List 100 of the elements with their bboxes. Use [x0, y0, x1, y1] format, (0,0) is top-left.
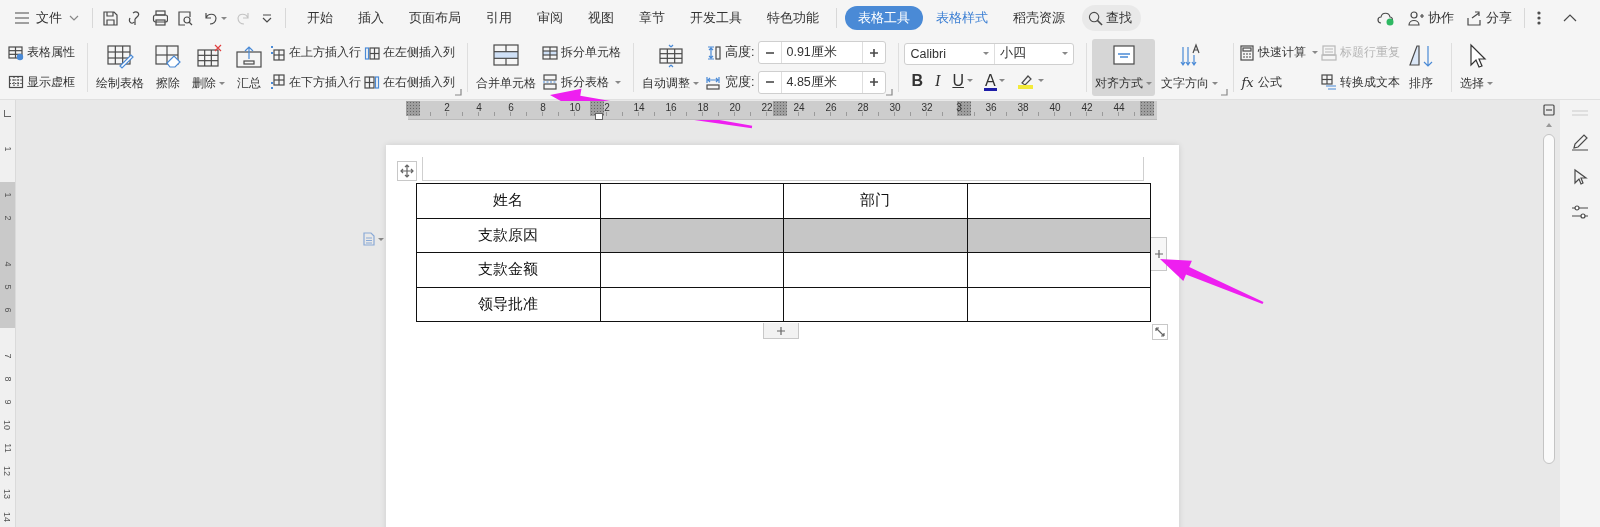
margin-marker[interactable] [957, 101, 971, 116]
ribbon-button[interactable]: 在上方插入行 [270, 40, 361, 65]
header-repeat-icon [1321, 44, 1338, 61]
action-button[interactable]: 协作 [1408, 9, 1454, 27]
margin-marker[interactable] [1140, 101, 1154, 116]
table-cell[interactable]: 支款金额 [416, 252, 600, 287]
tab[interactable]: 表格样式 [924, 6, 1000, 30]
ribbon-button[interactable]: 转换成文本 [1321, 70, 1401, 95]
merge-cells-icon [491, 43, 521, 69]
table-cell[interactable] [783, 287, 967, 322]
table-cell[interactable] [967, 287, 1151, 322]
ribbon-button[interactable]: 文字方向 [1158, 39, 1222, 96]
table-cell[interactable]: 姓名 [416, 183, 600, 218]
ribbon-button[interactable]: 显示虚框 [8, 70, 75, 95]
tab[interactable]: 特色功能 [755, 6, 831, 30]
insert-column-left-icon [364, 44, 380, 61]
ribbon-button[interactable]: 自动调整 [639, 39, 702, 96]
redo-icon [236, 10, 252, 26]
sliders-icon[interactable] [1571, 203, 1589, 221]
eraser-icon [153, 43, 183, 69]
table-cell[interactable] [967, 218, 1151, 253]
caret-icon[interactable] [221, 16, 227, 20]
ribbon-button[interactable]: 选择 [1457, 39, 1497, 96]
ribbon-button[interactable]: 在右侧插入列 [364, 70, 455, 95]
tab[interactable]: 页面布局 [397, 6, 473, 30]
table-cell[interactable] [967, 183, 1151, 218]
ruler-number: 16 [665, 102, 677, 114]
tab-stop-icon[interactable] [4, 110, 11, 117]
margin-marker[interactable] [406, 101, 420, 116]
table-cell[interactable]: 领导批准 [416, 287, 600, 322]
tab[interactable]: 章节 [627, 6, 677, 30]
field-label: 高度: [725, 44, 755, 62]
tab[interactable]: 插入 [346, 6, 396, 30]
margin-marker[interactable] [773, 101, 787, 116]
number-spinner[interactable]: 4.85厘米 [758, 70, 887, 94]
table-pencil-icon [105, 43, 135, 69]
ruler-number: 14 [633, 102, 645, 114]
table-cell[interactable] [600, 287, 784, 322]
table-cell[interactable] [600, 218, 784, 253]
font-color-button[interactable]: A [981, 69, 1008, 92]
tab[interactable]: 表格工具 [845, 6, 923, 30]
table-cell[interactable]: 支款原因 [416, 218, 600, 253]
table-cell[interactable] [967, 252, 1151, 287]
ribbon-button[interactable]: 对齐方式 [1092, 39, 1156, 96]
italic-button[interactable]: I [932, 69, 944, 92]
tab[interactable]: 审阅 [525, 6, 575, 30]
ruler-number: 2 [604, 102, 610, 114]
table-cell[interactable] [600, 252, 784, 287]
tab[interactable]: 稻壳资源 [1001, 6, 1077, 30]
tab[interactable]: 开发工具 [678, 6, 754, 30]
pointer-icon[interactable] [1571, 168, 1589, 186]
ruler-number: 28 [857, 102, 869, 114]
pen-icon[interactable] [1571, 133, 1589, 151]
font-size-dropdown[interactable]: 小四 [995, 43, 1074, 64]
plus-icon [776, 325, 786, 336]
add-column-button[interactable] [1151, 237, 1167, 271]
ruler-number: 38 [1017, 102, 1029, 114]
bold-button[interactable]: B [908, 69, 927, 92]
move-table-handle[interactable] [397, 161, 417, 181]
font-dropdown[interactable]: Calibri [905, 43, 996, 64]
ruler-number: 1 [2, 146, 13, 151]
search-button[interactable]: 查找 [1082, 5, 1141, 31]
scrollbar-thumb[interactable] [1543, 134, 1555, 464]
number-field[interactable]: 0.91厘米 [781, 42, 864, 64]
number-spinner[interactable]: 0.91厘米 [758, 41, 887, 65]
move-icon [400, 164, 414, 178]
table-cell[interactable] [600, 183, 784, 218]
table-cell[interactable] [783, 218, 967, 253]
ribbon-button[interactable]: 在左侧插入列 [364, 40, 455, 65]
ruler-number: 1 [2, 192, 13, 197]
ruler-number: 9 [2, 399, 13, 404]
convert-text-icon [1321, 74, 1338, 91]
ribbon-button[interactable]: 合并单元格 [473, 39, 539, 96]
ribbon-button[interactable]: 在下方插入行 [270, 70, 361, 95]
save-icon [102, 10, 118, 26]
horizontal-ruler[interactable]: 2 4 6 8 10 2 14 16 18 20 22 24 26 28 30 32 3 36 38 40 42 44 [408, 101, 1157, 120]
ribbon-button[interactable]: 删除 [189, 39, 228, 96]
ribbon-button[interactable]: 快速计算 [1239, 40, 1319, 65]
file-menu[interactable]: 文件 [14, 5, 80, 31]
resize-table-handle[interactable] [1152, 324, 1168, 340]
ribbon-button[interactable]: 擦除 [150, 39, 186, 96]
underline-button[interactable]: U [949, 69, 976, 92]
action-button[interactable]: 分享 [1466, 9, 1512, 27]
ruler-number: 13 [2, 488, 13, 499]
ribbon-button[interactable]: 拆分单元格 [542, 40, 621, 65]
ruler-number: 12 [2, 465, 13, 476]
table-cell[interactable] [783, 252, 967, 287]
collapse-icon[interactable] [1562, 13, 1578, 23]
ribbon-button[interactable]: 汇总 [231, 39, 267, 96]
indent-marker[interactable] [595, 113, 603, 120]
ribbon-button[interactable]: 绘制表格 [93, 39, 147, 96]
tab[interactable]: 开始 [295, 6, 345, 30]
tab[interactable]: 视图 [576, 6, 626, 30]
ribbon-button[interactable]: 排序 [1403, 39, 1440, 96]
tab[interactable]: 引用 [474, 6, 524, 30]
view-toggle-icon[interactable] [1543, 104, 1555, 116]
ribbon-button[interactable]: fx 公式 [1239, 70, 1319, 95]
ribbon-button[interactable]: 表格属性 [8, 40, 75, 65]
number-field[interactable]: 4.85厘米 [781, 71, 864, 93]
table-cell[interactable]: 部门 [783, 183, 967, 218]
